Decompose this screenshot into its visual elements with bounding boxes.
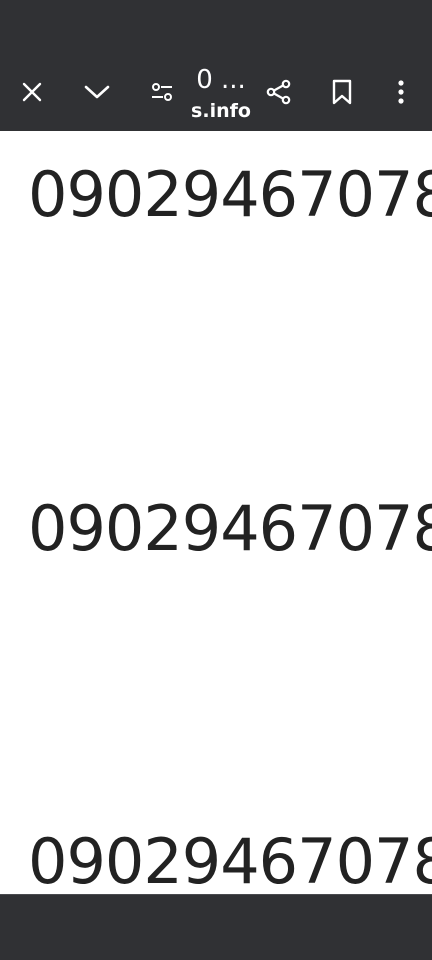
tune-icon: [152, 82, 172, 101]
page-title: 0 ...: [196, 65, 246, 95]
custom-tab-toolbar: 0 ... s.info: [0, 52, 432, 131]
phone-number-text: 09029467078/: [28, 492, 432, 565]
minimize-button[interactable]: [72, 52, 122, 131]
close-button[interactable]: [8, 52, 56, 131]
share-icon: [266, 79, 291, 104]
page-content[interactable]: 09029467078/ 09029467078/ 09029467078/: [0, 131, 432, 894]
share-button[interactable]: [255, 52, 303, 131]
navigation-bar: [0, 894, 432, 960]
more-options-button[interactable]: [377, 52, 425, 131]
page-options-button[interactable]: [138, 52, 186, 131]
bookmark-button[interactable]: [318, 52, 366, 131]
phone-number-text: 09029467078/: [28, 158, 432, 231]
status-bar: [0, 0, 432, 52]
bookmark-icon: [332, 79, 352, 104]
page-url: s.info: [191, 100, 251, 122]
phone-number-text: 09029467078/: [28, 825, 432, 895]
more-vert-icon: [398, 79, 404, 104]
close-icon: [22, 82, 42, 101]
page-title-block[interactable]: 0 ... s.info: [190, 52, 252, 131]
chevron-down-icon: [84, 85, 110, 98]
